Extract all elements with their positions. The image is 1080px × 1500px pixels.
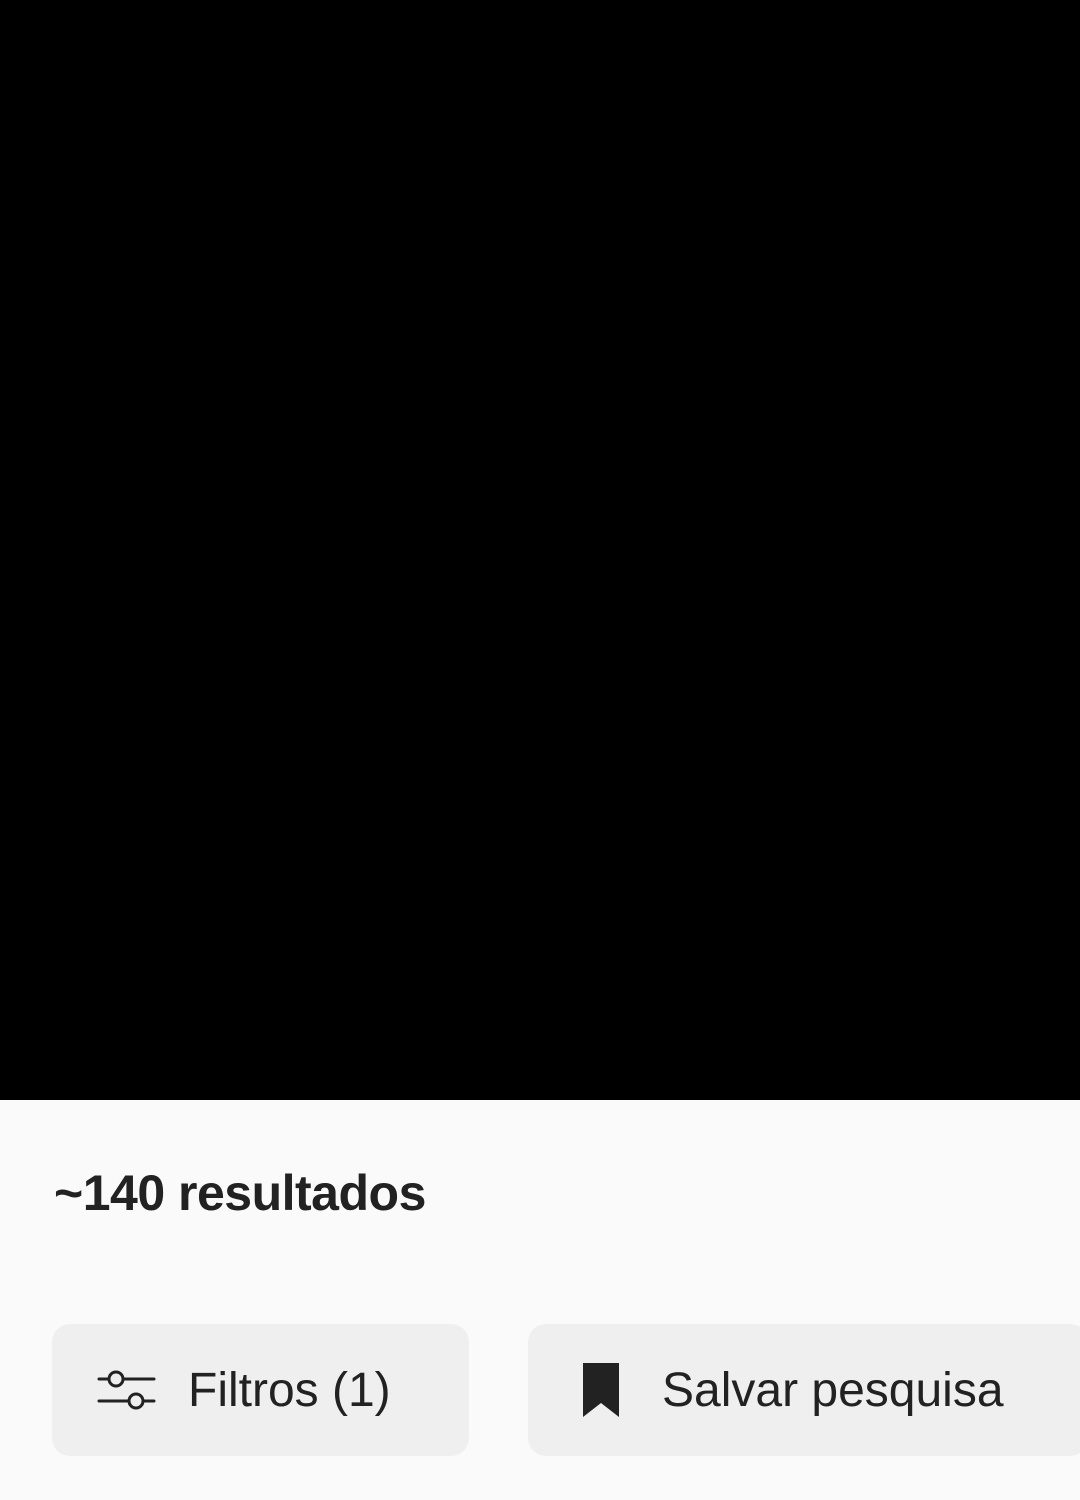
save-search-button[interactable]: Salvar pesquisa xyxy=(528,1324,1080,1456)
save-search-button-label: Salvar pesquisa xyxy=(662,1363,1004,1417)
media-viewer xyxy=(0,0,1080,1100)
sliders-icon xyxy=(96,1367,158,1413)
results-panel: ~140 resultados Filtros (1) Salvar pesqu xyxy=(0,1100,1080,1500)
filters-button[interactable]: Filtros (1) xyxy=(52,1324,469,1456)
bookmark-icon xyxy=(580,1360,622,1420)
filters-button-label: Filtros (1) xyxy=(188,1363,391,1417)
results-count: ~140 resultados xyxy=(54,1165,426,1221)
